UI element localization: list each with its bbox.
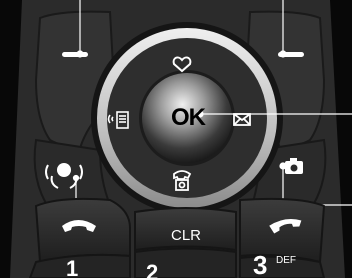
ok-button-target[interactable]: [142, 73, 232, 163]
key-2-button[interactable]: [135, 250, 236, 278]
call-button[interactable]: [38, 200, 130, 256]
nav-left-button[interactable]: [106, 96, 140, 140]
end-call-button[interactable]: [240, 200, 322, 256]
voicemail-button[interactable]: [40, 145, 100, 200]
nav-down-button[interactable]: [162, 166, 212, 196]
phone-keypad: OK CLR 1 2 3 DEF: [0, 0, 352, 278]
camera-button[interactable]: [262, 145, 322, 200]
right-soft-key-button[interactable]: [250, 12, 322, 102]
key-3-button[interactable]: [240, 256, 324, 278]
left-soft-key-button[interactable]: [40, 12, 112, 102]
clear-button[interactable]: [135, 208, 236, 248]
nav-up-button[interactable]: [162, 40, 212, 70]
key-1-button[interactable]: [36, 258, 130, 278]
nav-right-button[interactable]: [234, 96, 268, 140]
